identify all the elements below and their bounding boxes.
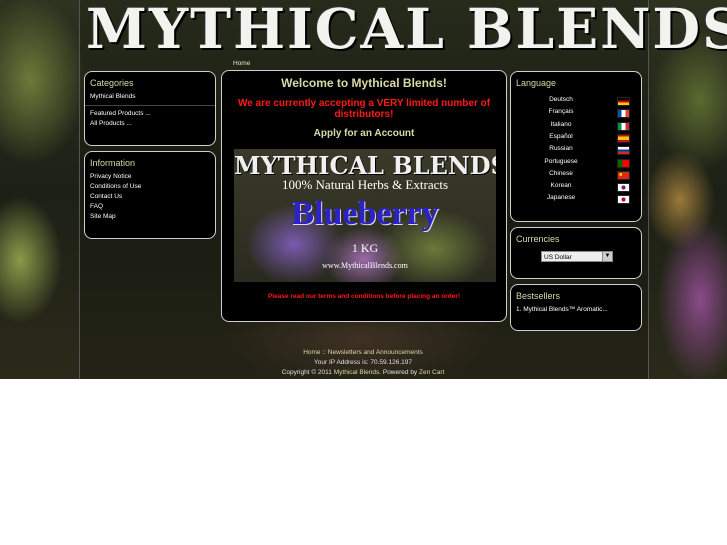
conditions-of-use-link[interactable]: Conditions of Use — [85, 182, 215, 192]
portuguese-flag-icon[interactable] — [617, 158, 630, 168]
language-name: Chinese — [549, 169, 573, 177]
banner-weight: 1 KG — [351, 241, 379, 255]
welcome-heading: Welcome to Mythical Blends! — [281, 76, 447, 90]
copyright-site-link[interactable]: Mythical Blends — [334, 369, 380, 376]
information-box: Information Privacy Notice Conditions of… — [84, 151, 216, 239]
privacy-notice-link[interactable]: Privacy Notice — [85, 172, 215, 182]
footer-nav-separator: :: — [322, 349, 326, 356]
french-flag-icon[interactable] — [617, 109, 630, 119]
german-flag-icon[interactable] — [617, 97, 630, 106]
breadcrumb[interactable]: Home — [233, 60, 250, 67]
powered-by-text: . Powered by — [379, 369, 418, 376]
currency-selected-value: US Dollar — [544, 254, 572, 261]
site-logo[interactable]: MYTHICAL BLENDS — [86, 0, 727, 61]
footer-home-link[interactable]: Home — [303, 349, 320, 356]
copyright-prefix: Copyright © 2011 — [281, 369, 332, 376]
italian-flag-icon[interactable] — [617, 121, 630, 131]
banner-brand: MYTHICAL BLENDS — [234, 151, 496, 180]
copyright: Copyright © 2011 Mythical Blends. Powere… — [221, 368, 505, 378]
currencies-box: Currencies US Dollar ▼ — [510, 227, 642, 279]
banner-url: www.MythicalBlends.com — [322, 261, 408, 270]
logo-text: MYTHICAL BLENDS — [86, 0, 727, 61]
language-name: Español — [549, 132, 573, 140]
currency-select[interactable]: US Dollar ▼ — [541, 251, 613, 262]
all-products-link[interactable]: All Products ... — [85, 119, 215, 129]
categories-box: Categories Mythical Blends Featured Prod… — [84, 71, 216, 146]
language-name: Deutsch — [549, 96, 573, 103]
footer-nav: Home :: Newsletters and Announcements — [221, 348, 505, 358]
russian-flag-icon[interactable] — [617, 146, 630, 156]
chevron-down-icon[interactable]: ▼ — [602, 252, 612, 261]
main-content-box: Welcome to Mythical Blends! We are curre… — [221, 70, 507, 322]
language-name: Korean — [550, 182, 572, 190]
ip-address-text: Your IP Address is: 70.59.126.197 — [314, 359, 412, 366]
spanish-flag-icon[interactable] — [617, 133, 630, 143]
korean-flag-icon[interactable] — [617, 183, 630, 193]
language-name: Portuguese — [544, 157, 578, 165]
currencies-title: Currencies — [516, 234, 560, 244]
distributor-notice: We are currently accepting a VERY limite… — [237, 98, 491, 120]
categories-title: Categories — [90, 78, 134, 88]
bestsellers-box: Bestsellers 1. Mythical Blends™ Aromatic… — [510, 284, 642, 331]
language-title: Language — [516, 78, 557, 88]
language-name: Italiano — [550, 120, 572, 128]
featured-products-link[interactable]: Featured Products ... — [85, 109, 215, 119]
bestseller-item[interactable]: 1. Mythical Blends™ Aromatic... — [511, 305, 641, 315]
language-name: Russian — [549, 145, 573, 153]
footer: Home :: Newsletters and Announcements Yo… — [221, 348, 505, 378]
language-name: Japanese — [546, 194, 576, 202]
japanese-flag-icon[interactable] — [617, 195, 630, 205]
language-name: Français — [548, 108, 574, 116]
banner-product-name: Blueberry — [291, 195, 439, 232]
contact-us-link[interactable]: Contact Us — [85, 192, 215, 202]
terms-link[interactable]: Please read our terms and conditions bef… — [222, 293, 506, 300]
faq-link[interactable]: FAQ — [85, 202, 215, 212]
zen-cart-link[interactable]: Zen Cart — [419, 369, 444, 376]
chinese-flag-icon[interactable] — [617, 170, 630, 180]
category-link-mythical-blends[interactable]: Mythical Blends — [85, 92, 215, 102]
footer-newsletters-link[interactable]: Newsletters and Announcements — [328, 349, 423, 356]
information-title: Information — [90, 158, 136, 168]
bestsellers-title: Bestsellers — [516, 291, 561, 301]
language-box: Language Deutsch Français Italiano Español R… — [510, 71, 642, 222]
banner-tagline: 100% Natural Herbs & Extracts — [281, 177, 449, 192]
divider — [85, 105, 215, 106]
apply-account-link[interactable]: Apply for an Account — [222, 128, 506, 139]
product-banner-image[interactable]: MYTHICAL BLENDS 100% Natural Herbs & Ext… — [234, 149, 496, 282]
site-map-link[interactable]: Site Map — [85, 212, 215, 222]
